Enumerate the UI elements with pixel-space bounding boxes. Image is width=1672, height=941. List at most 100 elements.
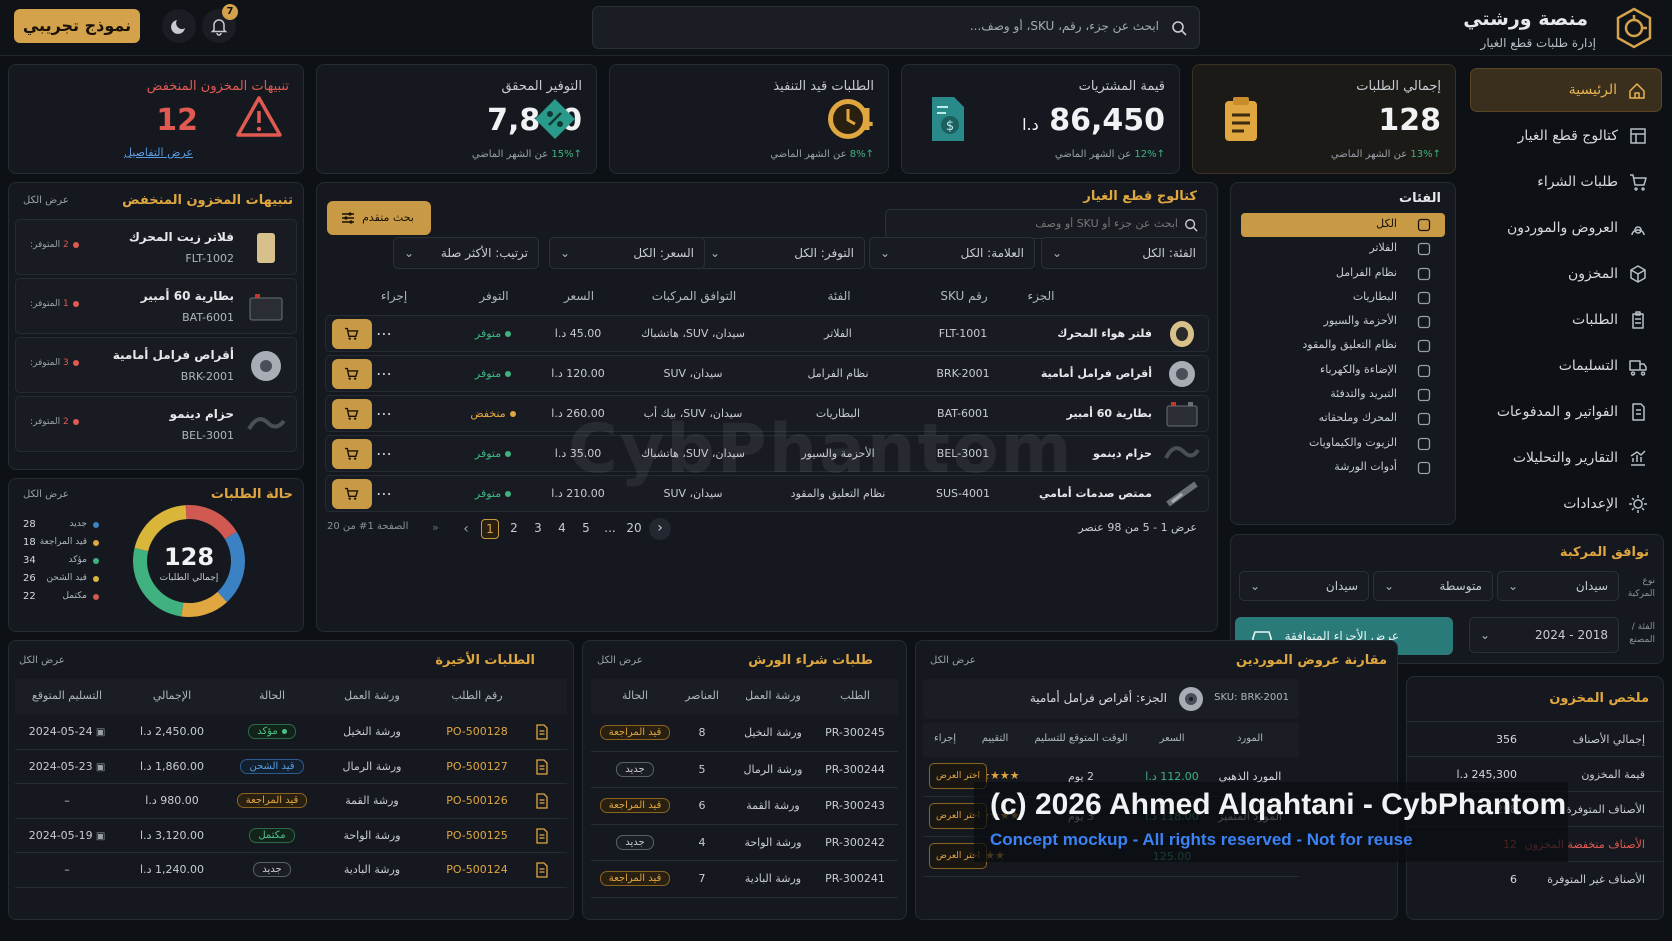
users-icon: [1631, 226, 1645, 236]
kpi-total-orders[interactable]: إجمالي الطلبات 128 ↑13% عن الشهر الماضي: [1192, 64, 1456, 174]
purchase-requests-table: الطلب ورشة العمل العناصر الحالة PR-300245 ور…: [591, 679, 898, 898]
ro-row[interactable]: PO-500127 ورشة الرمال قيد الشحن 1,860.00 د.…: [15, 750, 567, 784]
ro-row[interactable]: PO-500126 ورشة القمة قيد المراجعة 980.00 د.…: [15, 784, 567, 819]
box-icon: [1630, 265, 1646, 283]
pr-row[interactable]: PR-300244 ورشة الرمال 5 جديد: [591, 752, 898, 788]
view-details-link[interactable]: عرض التفاصيل: [124, 146, 193, 159]
page-number[interactable]: 5: [577, 519, 595, 539]
catalog-filter-1[interactable]: العلامة: الكل ⌄: [869, 237, 1035, 269]
add-to-cart-button[interactable]: [332, 319, 372, 349]
category-item[interactable]: أدوات الورشة: [1241, 456, 1445, 480]
ro-id[interactable]: PO-500124: [427, 863, 527, 876]
ro-id[interactable]: PO-500126: [427, 794, 527, 807]
page-number[interactable]: 4: [553, 519, 571, 539]
row-more-icon[interactable]: ⋯: [376, 364, 392, 383]
prev-page-button[interactable]: ‹: [457, 521, 475, 537]
category-item[interactable]: التبريد والتدفئة: [1241, 383, 1445, 407]
category-item[interactable]: الزيوت والكيماويات: [1241, 432, 1445, 456]
catalog-row[interactable]: فلتر هواء المحرك FLT-1001 الفلاتر سيدان، SU…: [325, 315, 1209, 352]
first-page-icon[interactable]: «: [432, 521, 439, 534]
category-item[interactable]: الإضاءة والكهرباء: [1241, 359, 1445, 383]
category-item[interactable]: البطاريات: [1241, 286, 1445, 310]
ro-row[interactable]: PO-500125 ورشة الواحة مكتمل 3,120.00 د.ا ▣ 2…: [15, 819, 567, 853]
supplier-compare-view-all[interactable]: عرض الكل: [930, 655, 976, 666]
add-to-cart-button[interactable]: [332, 479, 372, 509]
add-to-cart-button[interactable]: [332, 399, 372, 429]
advanced-search-button[interactable]: بحث متقدم: [327, 201, 431, 235]
next-page-button[interactable]: ›: [649, 518, 671, 540]
nav-item-catalog[interactable]: كتالوج قطع الغيار: [1470, 114, 1662, 158]
catalog-filter-4[interactable]: ترتيب: الأكثر صلة ⌄: [393, 237, 539, 269]
catalog-search[interactable]: [885, 209, 1207, 239]
demo-badge-button[interactable]: نموذج تجريبي: [14, 9, 140, 43]
row-more-icon[interactable]: ⋯: [376, 324, 392, 343]
catalog-search-input[interactable]: [898, 217, 1178, 230]
nav-item-home[interactable]: الرئيسية: [1470, 68, 1662, 112]
kpi-in-progress[interactable]: الطلبات قيد التنفيذ 34 ↑8% عن الشهر الما…: [609, 64, 889, 174]
document-icon[interactable]: [535, 724, 549, 740]
low-stock-item[interactable]: فلاتر زيت المحرك FLT-1002 2 المتوفر:: [15, 219, 297, 275]
low-stock-item[interactable]: حزام دينمو BEL-3001 2 المتوفر:: [15, 396, 297, 452]
category-all[interactable]: الكل: [1241, 213, 1445, 237]
nav-item-invoice[interactable]: الفواتير و المدفوعات: [1470, 390, 1662, 434]
nav-item-cart[interactable]: طلبات الشراء: [1470, 160, 1662, 204]
kpi-savings[interactable]: التوفير المحقق 7,840 ↑15% عن الشهر الماض…: [316, 64, 597, 174]
row-more-icon[interactable]: ⋯: [376, 444, 392, 463]
global-search-input[interactable]: [619, 19, 1159, 33]
page-number[interactable]: 2: [505, 519, 523, 539]
nav-item-chart[interactable]: التقارير والتحليلات: [1470, 436, 1662, 480]
pr-row[interactable]: PR-300242 ورشة الواحة 4 جديد: [591, 825, 898, 861]
nav-item-truck[interactable]: التسليمات: [1470, 344, 1662, 388]
ro-id[interactable]: PO-500127: [427, 760, 527, 773]
add-to-cart-button[interactable]: [332, 359, 372, 389]
notifications-button[interactable]: 7: [202, 4, 238, 43]
nav-item-users[interactable]: العروض والموردون: [1470, 206, 1662, 250]
pr-row[interactable]: PR-300243 ورشة القمة 6 قيد المراجعة: [591, 788, 898, 825]
ro-id[interactable]: PO-500125: [427, 829, 527, 842]
order-status-view-all[interactable]: عرض الكل: [23, 489, 69, 500]
pr-header: الطلب: [840, 689, 870, 702]
catalog-filter-0[interactable]: الفئة: الكل ⌄: [1041, 237, 1207, 269]
page-current[interactable]: 1: [481, 519, 499, 539]
purchase-requests-view-all[interactable]: عرض الكل: [597, 655, 643, 666]
row-more-icon[interactable]: ⋯: [376, 404, 392, 423]
top-bar: منصة ورشتي إدارة طلبات قطع الغيار 7 نموذ…: [0, 0, 1672, 56]
page-number[interactable]: 3: [529, 519, 547, 539]
category-item[interactable]: نظام الفرامل: [1241, 262, 1445, 286]
vehicle-size-select[interactable]: متوسطة ⌄: [1373, 571, 1493, 601]
add-to-cart-button[interactable]: [332, 439, 372, 469]
document-icon[interactable]: [535, 862, 549, 878]
low-stock-item[interactable]: بطارية 60 أمبير BAT-6001 1 المتوفر:: [15, 278, 297, 334]
kpi-purchase-value[interactable]: قيمة المشتريات 86,450 د.ا ↑12% عن الشهر …: [901, 64, 1180, 174]
category-item[interactable]: نظام التعليق والمقود: [1241, 334, 1445, 358]
catalog-filter-3[interactable]: السعر: الكل ⌄: [549, 237, 705, 269]
document-icon[interactable]: [535, 758, 549, 775]
year-range-select[interactable]: 2018 - 2024 ⌄: [1469, 617, 1619, 653]
row-more-icon[interactable]: ⋯: [376, 484, 392, 503]
low-stock-item[interactable]: أقراص فرامل أمامية BRK-2001 3 المتوفر:: [15, 337, 297, 393]
nav-item-gear[interactable]: الإعدادات: [1470, 482, 1662, 526]
kpi-low-stock[interactable]: تنبيهات المخزون المنخفض 12 عرض التفاصيل: [8, 64, 304, 174]
pr-row[interactable]: PR-300245 ورشة النخيل 8 قيد المراجعة: [591, 715, 898, 752]
document-icon[interactable]: [535, 827, 549, 844]
recent-orders-view-all[interactable]: عرض الكل: [19, 655, 65, 666]
nav-item-clipboard[interactable]: الطلبات: [1470, 298, 1662, 342]
ro-row[interactable]: PO-500128 ورشة النخيل مؤكد 2,450.00 د.ا ▣ 20…: [15, 715, 567, 750]
global-search[interactable]: [592, 6, 1200, 49]
ro-row[interactable]: PO-500124 ورشة البادية جديد 1,240.00 د.ا –: [15, 853, 567, 888]
page-number[interactable]: 20: [625, 519, 643, 539]
nav-item-box[interactable]: المخزون: [1470, 252, 1662, 296]
theme-toggle-button[interactable]: [162, 9, 196, 43]
ro-id[interactable]: PO-500128: [427, 725, 527, 738]
category-item[interactable]: الفلاتر: [1241, 237, 1445, 261]
page-number[interactable]: ...: [601, 519, 619, 539]
category-item[interactable]: المحرك وملحقاته: [1241, 407, 1445, 431]
vehicle-type-select[interactable]: سيدان ⌄: [1497, 571, 1619, 601]
vehicle-body-select[interactable]: سيدان ⌄: [1239, 571, 1369, 601]
catalog-filter-2[interactable]: التوفر: الكل ⌄: [699, 237, 865, 269]
category-item[interactable]: الأحزمة والسيور: [1241, 310, 1445, 334]
document-icon[interactable]: [535, 793, 549, 809]
low-stock-view-all[interactable]: عرض الكل: [23, 195, 69, 206]
catalog-row[interactable]: أقراص فرامل أمامية BRK-2001 نظام الفرامل سي…: [325, 355, 1209, 392]
pr-row[interactable]: PR-300241 ورشة البادية 7 قيد المراجعة: [591, 861, 898, 898]
